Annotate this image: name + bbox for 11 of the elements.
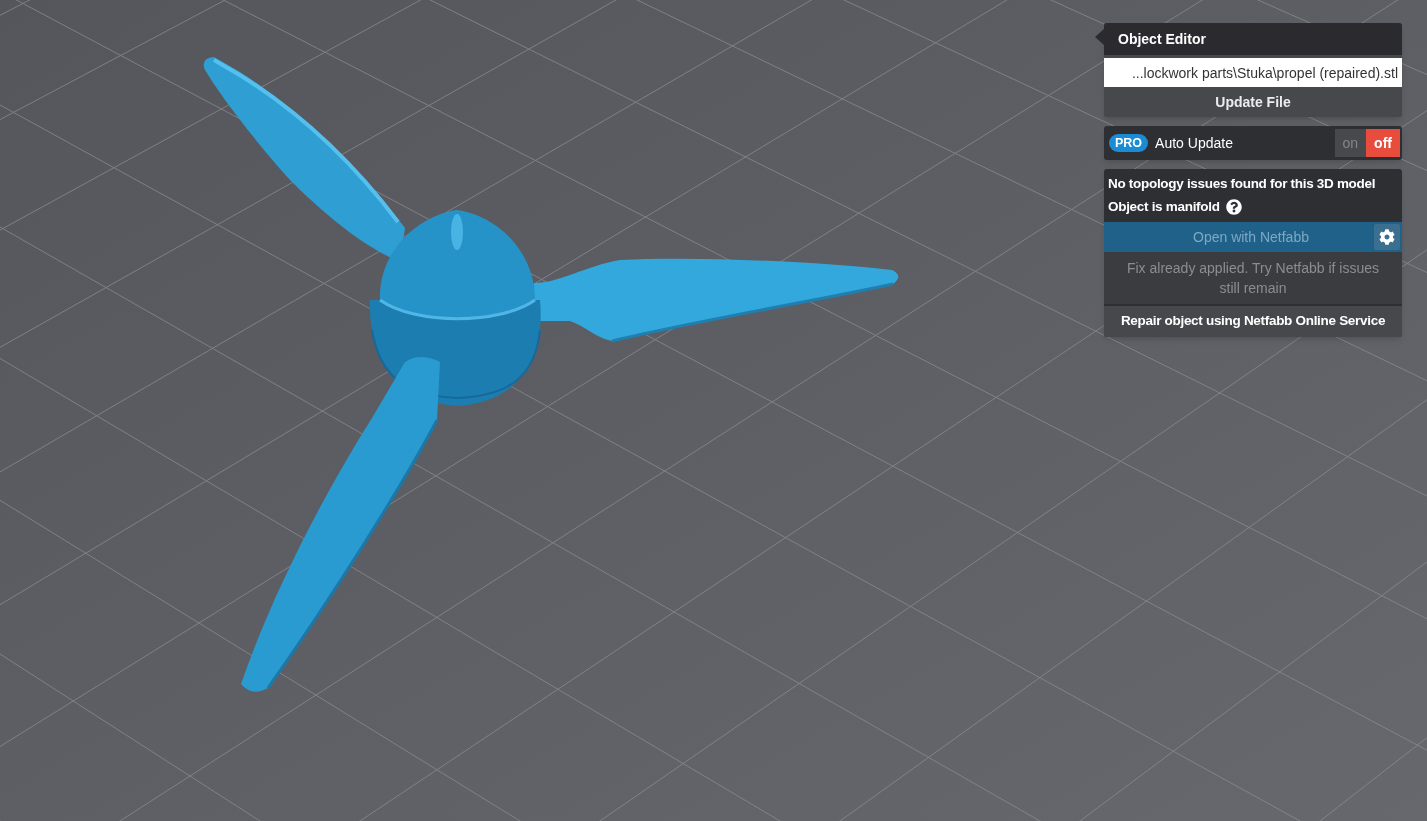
panel-title: Object Editor	[1104, 23, 1402, 55]
repair-object-button[interactable]: Repair object using Netfabb Online Service	[1104, 306, 1402, 337]
pro-badge: PRO	[1109, 134, 1149, 152]
auto-update-label: Auto Update	[1155, 133, 1233, 153]
topology-status: No topology issues found for this 3D model	[1107, 175, 1377, 193]
manifold-status: Object is manifold	[1108, 197, 1220, 216]
file-path-field[interactable]: ...lockwork parts\Stuka\propel (repaired).stl	[1104, 58, 1402, 87]
netfabb-hint: Fix already applied. Try Netfabb if issues still remain	[1104, 252, 1402, 304]
update-file-button[interactable]: Update File	[1104, 87, 1402, 117]
toggle-option[interactable]: off	[1366, 129, 1400, 157]
help-icon[interactable]	[1225, 199, 1242, 215]
